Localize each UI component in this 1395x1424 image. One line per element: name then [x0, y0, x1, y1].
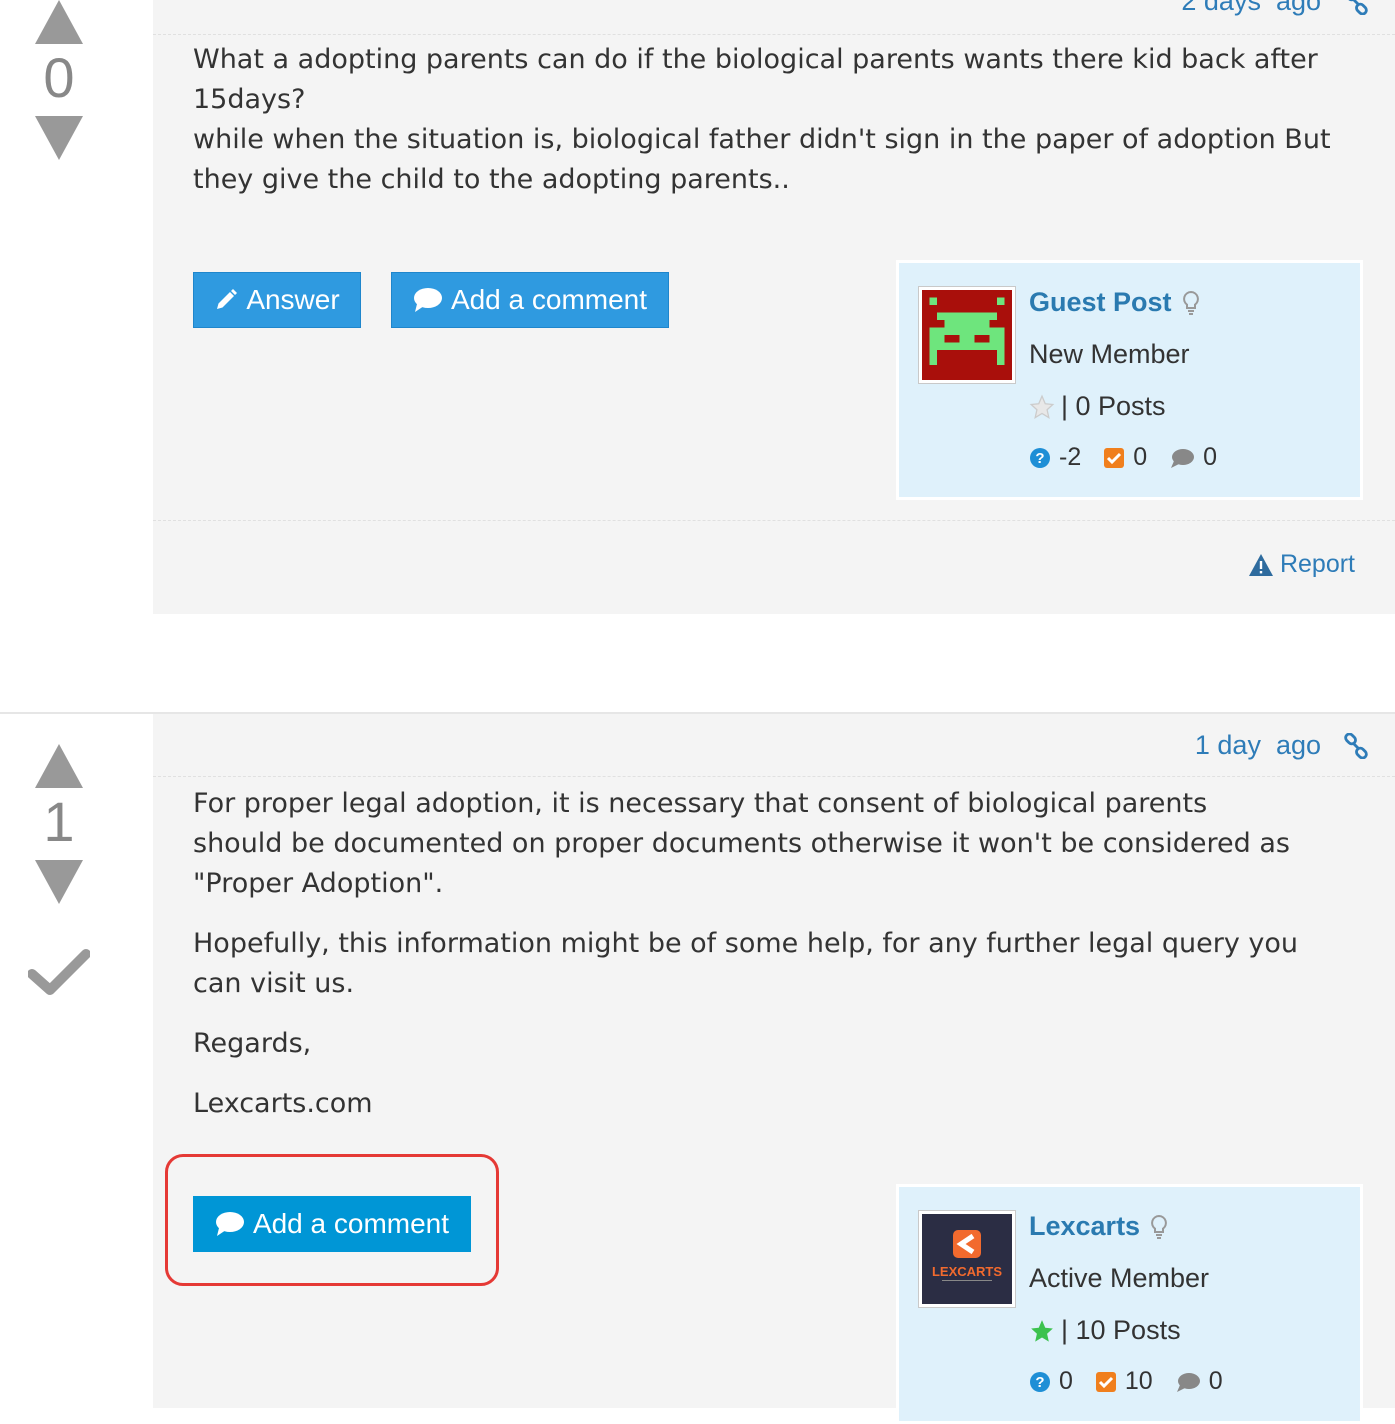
- answers-count: 10: [1124, 1367, 1153, 1395]
- author-post-count: | 10 Posts: [1029, 1315, 1181, 1346]
- question-icon: ?: [1030, 1371, 1050, 1392]
- vote-column: 0: [0, 0, 153, 614]
- lightbulb-icon: [1182, 290, 1199, 315]
- author-role: New Member: [1029, 339, 1190, 369]
- avatar-logo-text: LEXCARTS: [932, 1264, 1002, 1279]
- post-body: For proper legal adoption, it is necessa…: [193, 784, 1303, 1124]
- pencil-icon: [217, 289, 238, 309]
- vote-count: 0: [43, 46, 75, 109]
- author-card: Guest Post New Member | 0 Posts ? -2 0 0: [896, 260, 1363, 500]
- author-name[interactable]: Guest Post: [1029, 287, 1200, 318]
- divider: [153, 776, 1395, 777]
- divider: [153, 520, 1395, 521]
- post-content: 1 day ago For proper legal adoption, it …: [153, 714, 1395, 1424]
- comment-icon: [1171, 448, 1195, 468]
- author-post-count: | 0 Posts: [1029, 391, 1166, 422]
- vote-count: 1: [43, 790, 75, 853]
- author-stats: ? -2 0 0: [1029, 443, 1239, 472]
- answer-button[interactable]: Answer: [193, 272, 361, 328]
- avatar[interactable]: [919, 287, 1015, 383]
- divider: [153, 34, 1395, 35]
- author-name-text: Guest Post: [1029, 287, 1172, 317]
- author-name[interactable]: Lexcarts: [1029, 1211, 1168, 1242]
- question-icon: ?: [1030, 447, 1050, 468]
- author-card: LEXCARTS Lexcarts Active Member | 10 Pos…: [896, 1184, 1363, 1424]
- permalink-icon[interactable]: [1343, 732, 1369, 759]
- upvote-icon[interactable]: [35, 0, 83, 44]
- question-post: 0 2 days ago What a adopting parents can…: [0, 0, 1395, 614]
- post-content: 2 days ago What a adopting parents can d…: [153, 0, 1395, 614]
- vote-column: 1: [0, 714, 153, 1408]
- post-meta: 1 day ago: [1195, 730, 1369, 761]
- author-role: Active Member: [1029, 1263, 1210, 1293]
- post-time[interactable]: 1 day ago: [1195, 730, 1321, 761]
- svg-text:?: ?: [1035, 1374, 1044, 1391]
- accepted-check-icon[interactable]: [28, 946, 90, 996]
- add-comment-button[interactable]: Add a comment: [391, 272, 669, 328]
- star-filled-icon: [1031, 1319, 1053, 1342]
- add-comment-button[interactable]: Add a comment: [193, 1196, 471, 1252]
- post-body: What a adopting parents can do if the bi…: [193, 40, 1353, 200]
- author-name-text: Lexcarts: [1029, 1211, 1141, 1241]
- comments-count: 0: [1203, 443, 1218, 471]
- paragraph: Hopefully, this information might be of …: [193, 928, 1299, 999]
- posts-text: | 0 Posts: [1061, 391, 1166, 421]
- downvote-icon[interactable]: [35, 116, 83, 160]
- comment-icon: [1176, 1372, 1200, 1392]
- posts-text: | 10 Posts: [1061, 1315, 1181, 1345]
- author-stats: ? 0 10 0: [1029, 1367, 1245, 1396]
- answer-label: Answer: [246, 284, 340, 315]
- svg-text:?: ?: [1035, 450, 1044, 467]
- paragraph: while when the situation is, biological …: [193, 124, 1331, 195]
- paragraph: Lexcarts.com: [193, 1088, 373, 1119]
- answers-count: 0: [1133, 443, 1148, 471]
- questions-count: -2: [1059, 443, 1082, 471]
- comment-icon: [215, 1212, 244, 1236]
- avatar[interactable]: LEXCARTS: [919, 1211, 1015, 1307]
- star-empty-icon: [1029, 394, 1055, 419]
- paragraph: For proper legal adoption, it is necessa…: [193, 788, 1290, 899]
- upvote-icon[interactable]: [35, 744, 83, 788]
- add-comment-label: Add a comment: [450, 284, 648, 315]
- lightbulb-icon: [1151, 1214, 1168, 1239]
- answer-post: 1 1 day ago For proper legal adoption, i…: [0, 712, 1395, 1424]
- comment-icon: [413, 288, 442, 312]
- downvote-icon[interactable]: [35, 860, 83, 904]
- post-time[interactable]: 2 days ago: [1181, 0, 1321, 17]
- answer-check-icon: [1104, 447, 1125, 468]
- paragraph: Regards,: [193, 1028, 312, 1059]
- report-label: Report: [1279, 550, 1355, 578]
- add-comment-label: Add a comment: [252, 1208, 450, 1239]
- comments-count: 0: [1208, 1367, 1223, 1395]
- questions-count: 0: [1059, 1367, 1073, 1395]
- report-link[interactable]: Report: [1248, 550, 1355, 579]
- permalink-icon[interactable]: [1343, 0, 1369, 15]
- answer-check-icon: [1095, 1371, 1116, 1392]
- post-meta: 2 days ago: [1181, 0, 1369, 17]
- warning-icon: [1248, 553, 1273, 576]
- paragraph: What a adopting parents can do if the bi…: [193, 44, 1318, 115]
